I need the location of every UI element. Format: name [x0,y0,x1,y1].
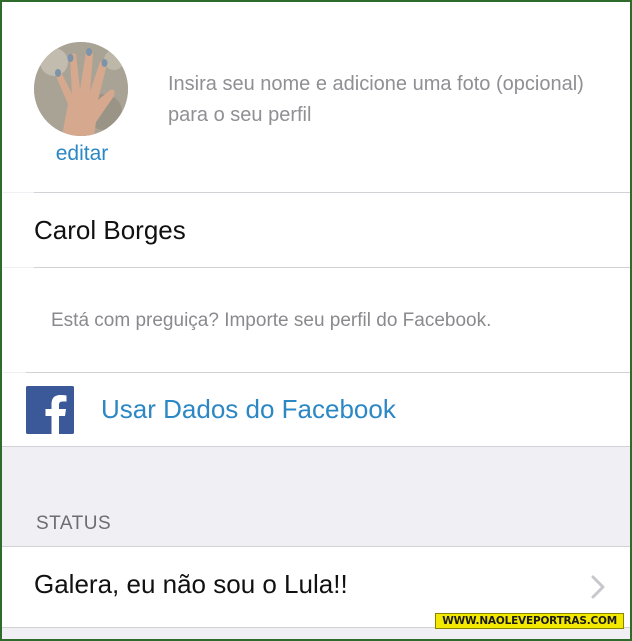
facebook-icon [26,386,74,434]
divider [2,446,630,447]
profile-setup-screen: editar Insira seu nome e adicione uma fo… [2,2,630,639]
name-field[interactable] [34,210,594,250]
status-text: Galera, eu não sou o Lula!! [34,569,348,599]
status-section-header: STATUS [36,513,112,534]
facebook-import-hint-row: Está com preguiça? Importe seu perfil do… [2,268,630,372]
facebook-import-hint-text: Está com preguiça? Importe seu perfil do… [51,310,492,331]
hand-photo-icon [34,42,128,136]
profile-card: editar Insira seu nome e adicione uma fo… [2,2,630,192]
use-facebook-data-button[interactable]: Usar Dados do Facebook [2,373,630,446]
chevron-right-icon [591,575,605,599]
profile-hint-text: Insira seu nome e adicione uma foto (opc… [168,73,584,126]
profile-photo-avatar[interactable] [34,42,128,136]
name-row [2,193,630,267]
use-facebook-data-label: Usar Dados do Facebook [101,394,396,424]
watermark-label: WWW.NAOLEVEPORTRAS.COM [435,613,624,629]
edit-photo-link[interactable]: editar [36,142,128,166]
